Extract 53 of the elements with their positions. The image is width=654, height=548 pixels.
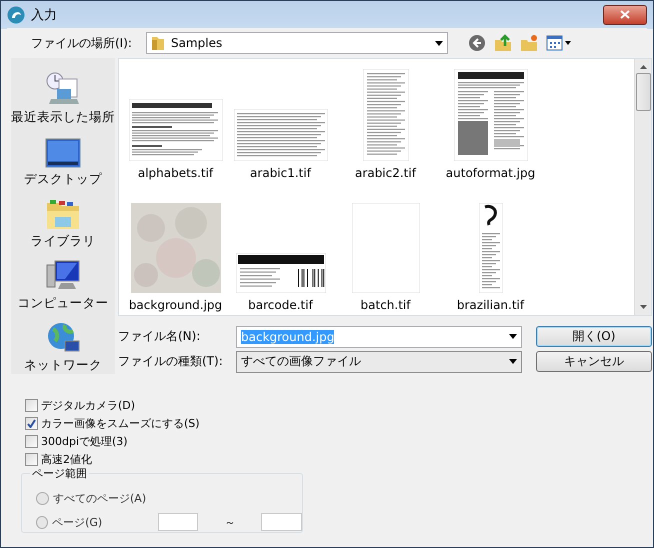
place-item[interactable]: ネットワーク xyxy=(24,316,102,374)
radio-label: すべてのページ(A) xyxy=(53,490,146,506)
option-label: カラー画像をスムーズにする(S) xyxy=(41,416,200,431)
cancel-button[interactable]: キャンセル xyxy=(536,351,652,372)
up-folder-icon[interactable] xyxy=(494,34,512,52)
radio-label: ページ(G) xyxy=(52,514,102,530)
view-menu-icon[interactable] xyxy=(546,35,572,51)
file-item[interactable]: alphabets.tif xyxy=(123,63,228,195)
file-item[interactable]: batch.tif xyxy=(333,195,438,316)
place-item[interactable]: コンピューター xyxy=(18,254,108,312)
desktop-icon xyxy=(45,137,81,169)
folder-icon xyxy=(150,35,165,51)
checkbox[interactable] xyxy=(25,417,38,430)
scroll-down-icon[interactable] xyxy=(640,305,646,310)
scrollbar[interactable] xyxy=(634,59,651,316)
location-dropdown[interactable]: Samples xyxy=(146,32,448,54)
new-folder-icon[interactable] xyxy=(520,34,538,52)
dropdown-arrow-icon xyxy=(509,359,517,364)
checkbox[interactable] xyxy=(25,435,38,448)
file-item[interactable]: brazilian.tif xyxy=(438,195,543,316)
place-item[interactable]: デスクトップ xyxy=(24,130,102,188)
file-type-dropdown[interactable]: すべての画像ファイル xyxy=(236,350,522,373)
checkbox[interactable] xyxy=(25,399,38,412)
file-item[interactable]: autoformat.jpg xyxy=(438,63,543,195)
page-from-field[interactable] xyxy=(158,513,198,531)
app-logo-icon xyxy=(7,6,25,24)
group-title: ページ範囲 xyxy=(30,466,89,481)
open-button[interactable]: 開く(O) xyxy=(536,326,652,348)
place-item[interactable]: ライブラリ xyxy=(30,192,96,250)
place-item[interactable]: 最近表示した場所 xyxy=(11,68,115,126)
file-type-label: ファイルの種類(T): xyxy=(118,353,224,370)
file-item[interactable]: arabic2.tif xyxy=(333,63,438,195)
file-name-label: ファイル名(N): xyxy=(118,328,202,346)
range-separator: ～ xyxy=(223,514,236,530)
dropdown-arrow-icon xyxy=(434,40,443,46)
dropdown-arrow-icon xyxy=(509,334,517,340)
file-item[interactable]: arabic1.tif xyxy=(228,63,333,195)
option-label: 300dpiで処理(3) xyxy=(41,434,128,449)
clock-document-icon xyxy=(45,71,81,107)
option-label: 高速2値化 xyxy=(41,452,92,467)
window-title: 入力 xyxy=(31,6,57,24)
page-to-field[interactable] xyxy=(261,513,302,531)
back-icon[interactable] xyxy=(468,34,486,52)
checkbox[interactable] xyxy=(25,453,38,466)
close-button[interactable] xyxy=(603,4,647,24)
location-label: ファイルの場所(I): xyxy=(31,34,132,52)
option-label: デジタルカメラ(D) xyxy=(41,398,136,413)
scroll-up-icon[interactable] xyxy=(640,65,646,69)
scroll-thumb[interactable] xyxy=(636,73,650,111)
file-item[interactable]: background.jpg xyxy=(123,195,228,316)
file-item[interactable]: barcode.tif xyxy=(228,195,333,316)
close-icon xyxy=(620,10,630,19)
library-folder-icon xyxy=(45,199,81,231)
